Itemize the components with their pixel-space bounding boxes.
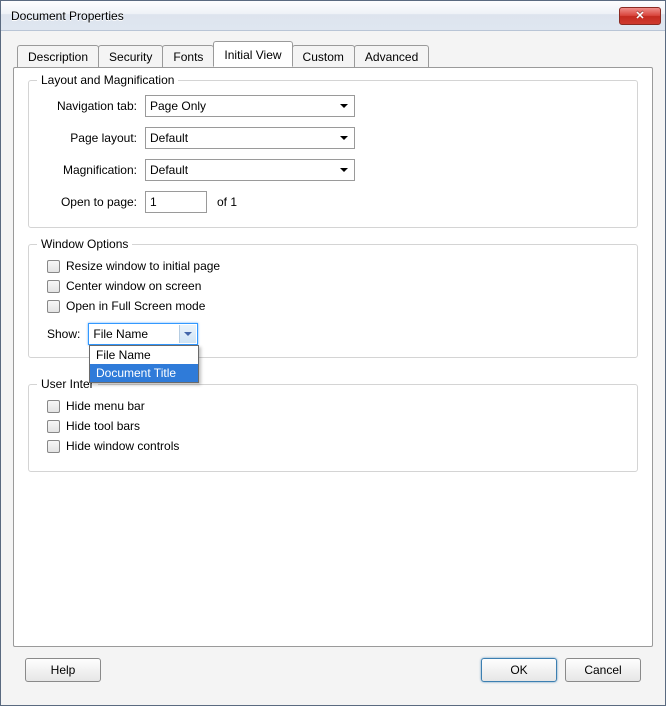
open-to-page-of-text: of 1 bbox=[217, 195, 237, 209]
show-select[interactable]: File Name bbox=[88, 323, 198, 345]
ok-button[interactable]: OK bbox=[481, 658, 557, 682]
cancel-button[interactable]: Cancel bbox=[565, 658, 641, 682]
magnification-select[interactable]: Default bbox=[145, 159, 355, 181]
center-window-label: Center window on screen bbox=[66, 279, 201, 293]
resize-window-checkbox[interactable] bbox=[47, 260, 60, 273]
tab-advanced[interactable]: Advanced bbox=[354, 45, 429, 68]
tab-panel-initial-view: Layout and Magnification Navigation tab:… bbox=[13, 67, 653, 647]
tab-description[interactable]: Description bbox=[17, 45, 99, 68]
fullscreen-label: Open in Full Screen mode bbox=[66, 299, 205, 313]
show-dropdown-list: File Name Document Title bbox=[89, 345, 199, 383]
group-legend: Layout and Magnification bbox=[37, 73, 178, 87]
page-layout-label: Page layout: bbox=[41, 131, 145, 145]
group-window-options: Window Options Resize window to initial … bbox=[28, 244, 638, 358]
open-to-page-input[interactable] bbox=[145, 191, 207, 213]
hide-tool-bars-checkbox[interactable] bbox=[47, 420, 60, 433]
close-icon: ✕ bbox=[635, 9, 644, 22]
hide-menu-bar-label: Hide menu bar bbox=[66, 399, 145, 413]
document-properties-dialog: Document Properties ✕ Description Securi… bbox=[0, 0, 666, 706]
window-title: Document Properties bbox=[11, 9, 619, 23]
chevron-down-icon bbox=[179, 325, 196, 343]
hide-window-controls-label: Hide window controls bbox=[66, 439, 179, 453]
open-to-page-label: Open to page: bbox=[41, 195, 145, 209]
tab-initial-view[interactable]: Initial View bbox=[213, 41, 292, 67]
help-button[interactable]: Help bbox=[25, 658, 101, 682]
content-area: Description Security Fonts Initial View … bbox=[1, 31, 665, 705]
show-option-document-title[interactable]: Document Title bbox=[90, 364, 198, 382]
hide-window-controls-checkbox[interactable] bbox=[47, 440, 60, 453]
group-layout-magnification: Layout and Magnification Navigation tab:… bbox=[28, 80, 638, 228]
hide-menu-bar-checkbox[interactable] bbox=[47, 400, 60, 413]
hide-tool-bars-label: Hide tool bars bbox=[66, 419, 140, 433]
group-user-interface-options: User Inter Hide menu bar Hide tool bars … bbox=[28, 384, 638, 472]
navigation-tab-select[interactable]: Page Only bbox=[145, 95, 355, 117]
tab-security[interactable]: Security bbox=[98, 45, 163, 68]
dialog-footer: Help OK Cancel bbox=[13, 647, 653, 693]
show-label: Show: bbox=[47, 327, 80, 341]
magnification-label: Magnification: bbox=[41, 163, 145, 177]
tab-custom[interactable]: Custom bbox=[292, 45, 355, 68]
tab-fonts[interactable]: Fonts bbox=[162, 45, 214, 68]
navigation-tab-label: Navigation tab: bbox=[41, 99, 145, 113]
group-legend: Window Options bbox=[37, 237, 132, 251]
fullscreen-checkbox[interactable] bbox=[47, 300, 60, 313]
center-window-checkbox[interactable] bbox=[47, 280, 60, 293]
page-layout-select[interactable]: Default bbox=[145, 127, 355, 149]
resize-window-label: Resize window to initial page bbox=[66, 259, 220, 273]
tab-strip: Description Security Fonts Initial View … bbox=[17, 41, 653, 67]
titlebar: Document Properties ✕ bbox=[1, 1, 665, 31]
close-button[interactable]: ✕ bbox=[619, 7, 661, 25]
show-option-file-name[interactable]: File Name bbox=[90, 346, 198, 364]
